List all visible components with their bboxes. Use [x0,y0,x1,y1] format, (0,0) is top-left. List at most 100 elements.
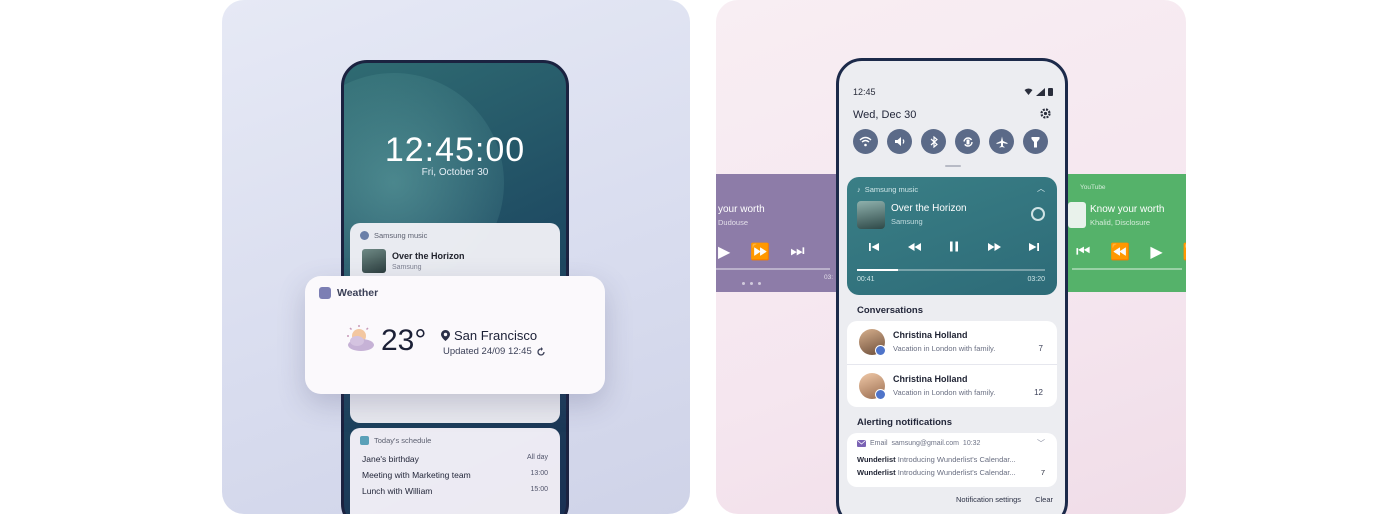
weather-temperature: 23° [381,324,427,357]
status-bar-icons [1024,87,1053,96]
side-right-sub: Khalid, Disclosure [1090,218,1151,227]
auto-rotate-icon [962,136,973,147]
previous-icon: ⏮ [1076,243,1091,260]
wifi-icon [859,136,872,147]
airplane-mode-toggle[interactable] [989,129,1014,154]
event-title: Meeting with Marketing team [362,470,471,480]
email-count: 7 [1040,468,1045,477]
email-preview: Introducing Wunderlist's Calendar... [897,468,1016,477]
conversation-name: Christina Holland [893,374,968,384]
fast-forward-icon[interactable] [987,242,1001,252]
next-icon: ⏭ [790,243,805,260]
quick-panel-panel: your worth Dudouse ▶ ⏩ ⏭ 03: YouTube Kno… [716,0,1186,514]
weather-app-name: Weather [337,287,379,299]
schedule-card[interactable]: Today's schedule Jane's birthday All day… [350,428,560,514]
player-elapsed: 00:41 [857,276,875,283]
side-left-time: 03: [824,274,834,281]
email-row[interactable]: Wunderlist Introducing Wunderlist's Cale… [857,455,1045,464]
battery-icon [1048,88,1053,96]
weather-card-header: Weather [319,287,378,299]
sound-icon [894,137,904,146]
weather-widget-card[interactable]: Weather 23° San Francisco Updated 24/09 … [305,276,605,394]
quick-panel-footer: Notification settings Clear [956,495,1053,504]
music-card-app-name: Samsung music [374,231,428,240]
conversation-count: 7 [1038,344,1043,353]
wifi-status-icon [1024,88,1033,95]
email-notification-card[interactable]: Email samsung@gmail.com 10:32 ﹀ Wunderli… [847,433,1057,487]
music-card-header: Samsung music [350,223,560,240]
side-left-title: your worth [718,204,765,215]
auto-rotate-toggle[interactable] [955,129,980,154]
rewind-icon: ⏪ [1110,244,1131,261]
music-card-artist: Samsung [392,264,422,271]
weather-location: San Francisco [441,328,537,343]
cast-icon[interactable] [1031,207,1045,221]
bluetooth-toggle[interactable] [921,129,946,154]
next-icon: ⏩ [1183,242,1186,262]
next-track-icon[interactable] [1029,242,1039,252]
quick-panel-date: Wed, Dec 30 [853,109,917,121]
side-media-card-right[interactable]: YouTube Know your worth Khalid, Disclosu… [1068,174,1186,292]
music-card-title: Over the Horizon [392,251,465,261]
player-progress-bar[interactable] [857,269,1045,271]
event-time: All day [526,454,548,461]
email-sender: Wunderlist [857,468,896,477]
clear-button[interactable]: Clear [1035,495,1053,504]
rewind-icon[interactable] [907,242,921,252]
flashlight-toggle[interactable] [1023,129,1048,154]
side-right-thumbnail [1068,202,1086,228]
player-album-art [857,201,885,229]
email-header: Email samsung@gmail.com 10:32 [857,440,980,447]
notification-settings-button[interactable]: Notification settings [956,495,1021,504]
player-title: Over the Horizon [891,203,967,214]
settings-gear-icon[interactable] [1040,108,1051,119]
refresh-icon[interactable] [536,346,546,357]
panel-drag-handle[interactable] [945,165,961,167]
flashlight-icon [1031,136,1040,147]
quick-settings-tiles [853,129,1048,154]
quick-panel-phone: 12:45 Wed, Dec 30 ♪ Samsung music ︿ Over… [836,58,1068,514]
samsung-music-icon [360,231,369,240]
email-app: Email [870,440,888,447]
lockscreen-date: Fri, October 30 [421,167,489,178]
media-player-card[interactable]: ♪ Samsung music ︿ Over the Horizon Samsu… [847,177,1057,295]
wifi-toggle[interactable] [853,129,878,154]
previous-track-icon[interactable] [869,242,879,252]
email-sender: Wunderlist [857,455,896,464]
weather-updated-text: Updated 24/09 12:45 [443,346,532,357]
event-time: 15:00 [530,486,548,493]
expand-chevron-icon[interactable]: ﹀ [1037,438,1045,449]
side-left-controls: ▶ ⏩ ⏭ [718,242,805,262]
side-right-controls: ⏮ ⏪ ▶ ⏩ [1076,242,1186,262]
message-badge-icon [875,389,886,400]
schedule-event[interactable]: Meeting with Marketing team 13:00 [362,470,548,480]
conversation-item[interactable]: Christina Holland Vacation in London wit… [847,321,1057,363]
conversation-item[interactable]: Christina Holland Vacation in London wit… [847,365,1057,407]
calendar-icon [360,436,369,445]
airplane-mode-icon [996,136,1007,148]
pause-icon[interactable] [949,241,959,252]
play-icon: ▶ [718,244,731,261]
player-artist: Samsung [891,217,923,226]
player-progress-fill [857,269,899,271]
bluetooth-icon [930,135,938,148]
location-pin-icon [441,330,450,341]
player-header: ♪ Samsung music [857,185,918,194]
side-media-card-left[interactable]: your worth Dudouse ▶ ⏩ ⏭ 03: [716,174,836,292]
email-row[interactable]: Wunderlist Introducing Wunderlist's Cale… [857,468,1045,477]
collapse-chevron-icon[interactable]: ︿ [1037,183,1045,194]
email-preview: Introducing Wunderlist's Calendar... [897,455,1016,464]
partly-cloudy-icon [347,325,374,351]
sound-toggle[interactable] [887,129,912,154]
conversation-message: Vacation in London with family. [893,344,996,353]
email-icon [857,440,866,447]
schedule-event[interactable]: Jane's birthday All day [362,454,548,464]
player-app-name: Samsung music [864,185,919,194]
side-right-progress [1072,268,1182,270]
weather-city: San Francisco [454,328,538,343]
player-controls [869,241,1039,252]
schedule-event[interactable]: Lunch with William 15:00 [362,486,548,496]
player-duration: 03:20 [1027,276,1045,283]
event-title: Lunch with William [362,486,433,496]
conversation-name: Christina Holland [893,330,968,340]
